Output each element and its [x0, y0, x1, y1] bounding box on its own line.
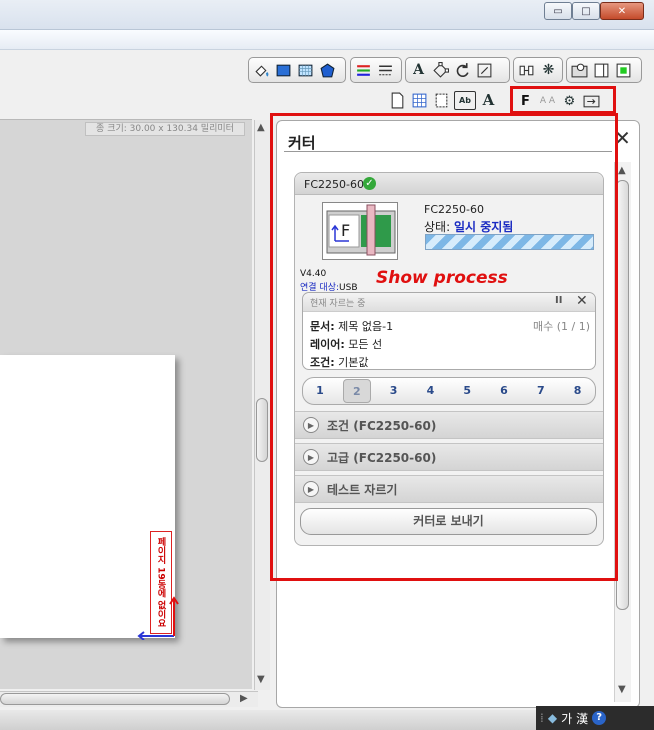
toolbar-group-text: A — [405, 57, 510, 83]
title-bar: ▭ □ ✕ — [0, 0, 654, 30]
toolbar-group-cutter: F A A ⚙ — [513, 88, 613, 114]
line-style-icon[interactable] — [376, 61, 395, 80]
canvas-horizontal-scroll-thumb[interactable] — [0, 693, 230, 705]
send-icon[interactable] — [582, 92, 601, 111]
rectangle-icon[interactable] — [274, 61, 293, 80]
outline-text-icon[interactable]: A — [479, 91, 498, 110]
toolbar-group-lines — [350, 57, 402, 83]
menu-strip — [0, 30, 654, 50]
grip-icon: ⁞ — [540, 711, 544, 725]
text-size-icon[interactable]: A A — [538, 92, 557, 111]
ime-toolbar: ⁞ ◆ 가 漢 ? — [536, 706, 654, 730]
cutter-tool-icon[interactable]: F — [516, 92, 535, 111]
toolbar-group-shapes — [248, 57, 346, 83]
scroll-right-icon[interactable]: ▶ — [240, 693, 248, 704]
toolbar-group-page: Ab A — [385, 87, 507, 113]
origin-arrows-icon — [137, 596, 179, 640]
toolbar-group-view — [566, 57, 642, 83]
polygon-icon[interactable] — [318, 61, 337, 80]
color-swatch-icon[interactable] — [614, 61, 633, 80]
scroll-down-icon[interactable]: ▼ — [618, 684, 626, 695]
page-icon[interactable] — [388, 91, 407, 110]
color-lines-icon[interactable] — [354, 61, 373, 80]
pattern-icon[interactable] — [296, 61, 315, 80]
rotate-icon[interactable] — [453, 61, 472, 80]
taskbar — [0, 710, 536, 730]
help-icon[interactable]: ? — [592, 711, 607, 725]
fill-icon[interactable] — [252, 61, 271, 80]
settings-gear-icon[interactable]: ❋ — [539, 61, 558, 80]
close-window-button[interactable]: ✕ — [600, 2, 644, 20]
canvas-vertical-scroll-thumb[interactable] — [256, 398, 268, 462]
grid-icon[interactable] — [410, 91, 429, 110]
paper-size-label: 종 크기: 30.00 x 130.34 밀리미터 — [85, 122, 245, 136]
window-icon[interactable] — [592, 61, 611, 80]
text-fit-icon[interactable]: Ab — [454, 90, 476, 110]
preview-icon[interactable] — [570, 61, 589, 80]
align-icon[interactable] — [517, 61, 536, 80]
scroll-down-icon[interactable]: ▼ — [257, 674, 265, 685]
ime-diamond-icon[interactable]: ◆ — [548, 711, 557, 725]
scroll-up-icon[interactable]: ▲ — [618, 165, 626, 176]
text-icon[interactable]: A — [409, 61, 428, 80]
toolbar-group-align: ❋ — [513, 57, 563, 83]
frame-icon[interactable] — [432, 91, 451, 110]
node-icon[interactable] — [431, 61, 450, 80]
scroll-up-icon[interactable]: ▲ — [257, 122, 265, 133]
transform-icon[interactable] — [475, 61, 494, 80]
ime-lang[interactable]: 가 — [561, 710, 572, 727]
highlight-panel — [270, 113, 618, 581]
ime-hanja[interactable]: 漢 — [576, 710, 588, 727]
maximize-button[interactable]: □ — [572, 2, 600, 20]
minimize-button[interactable]: ▭ — [544, 2, 572, 20]
cutter-settings-icon[interactable]: ⚙ — [560, 92, 579, 111]
